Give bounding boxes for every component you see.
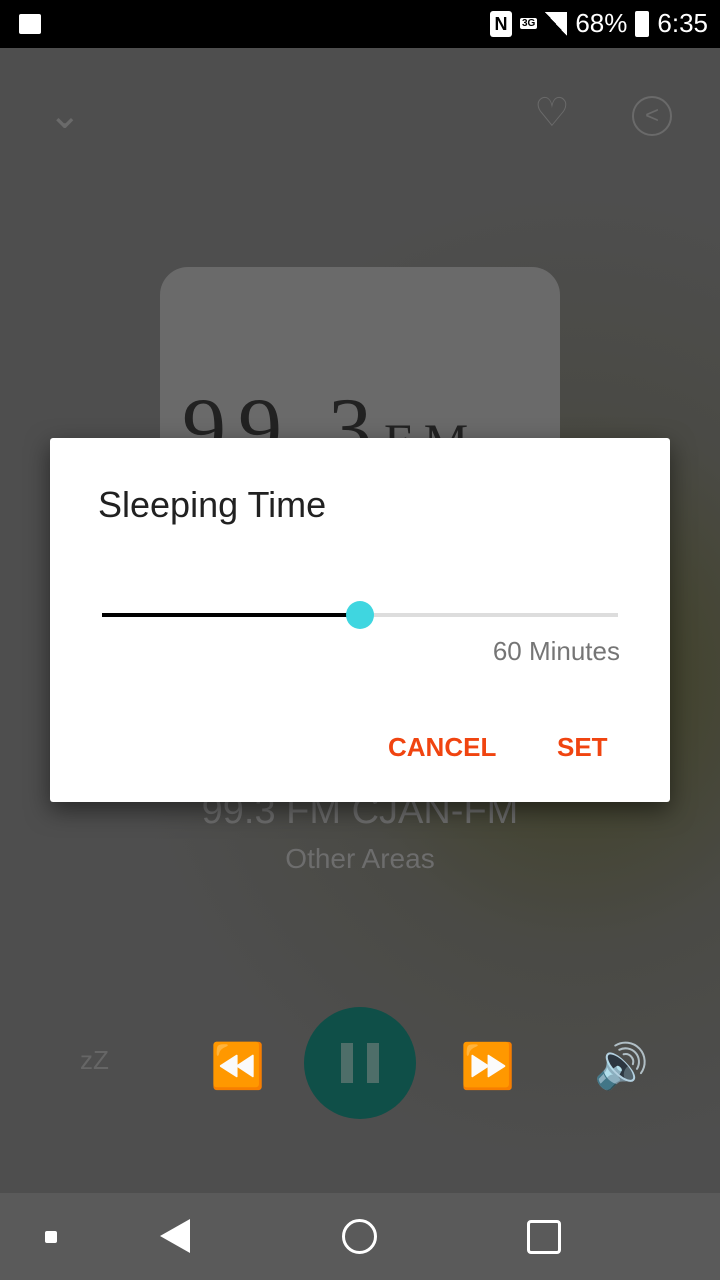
favorite-heart-icon[interactable]: ♡ xyxy=(534,90,570,136)
dialog-title: Sleeping Time xyxy=(98,484,327,525)
back-button[interactable] xyxy=(160,1219,190,1253)
network-type-icon: 3G xyxy=(520,18,538,29)
sleep-time-slider[interactable] xyxy=(102,601,618,629)
clock: 6:35 xyxy=(657,8,708,38)
volume-icon[interactable]: 🔊 xyxy=(594,1040,649,1092)
status-bar: N 3G 68% 6:35 xyxy=(0,0,720,48)
pause-icon xyxy=(341,1043,353,1083)
slider-thumb[interactable] xyxy=(346,601,374,629)
home-button[interactable] xyxy=(342,1219,377,1254)
slider-value-label: 60 Minutes xyxy=(492,636,620,666)
collapse-chevron-down-icon[interactable]: ⌄ xyxy=(48,92,82,138)
rewind-icon[interactable]: ⏪ xyxy=(210,1040,265,1092)
set-button[interactable]: SET xyxy=(557,732,608,763)
menu-dot-button[interactable] xyxy=(45,1231,57,1243)
sleep-timer-icon[interactable]: zZ xyxy=(80,1045,109,1076)
sleep-timer-dialog: Sleeping Time 60 Minutes CANCEL SET xyxy=(50,438,670,802)
image-notification-icon xyxy=(19,14,41,34)
signal-icon xyxy=(545,11,568,36)
battery-percent: 68% xyxy=(575,8,628,38)
nfc-icon: N xyxy=(490,10,512,37)
pause-button[interactable] xyxy=(304,1007,416,1119)
cancel-button[interactable]: CANCEL xyxy=(388,732,496,763)
share-icon[interactable]: < xyxy=(632,96,672,136)
battery-icon xyxy=(635,10,650,37)
navigation-bar xyxy=(0,1193,720,1280)
station-area: Other Areas xyxy=(285,843,435,874)
recents-button[interactable] xyxy=(527,1220,561,1254)
slider-fill xyxy=(102,613,360,617)
fast-forward-icon[interactable]: ⏩ xyxy=(460,1040,515,1092)
